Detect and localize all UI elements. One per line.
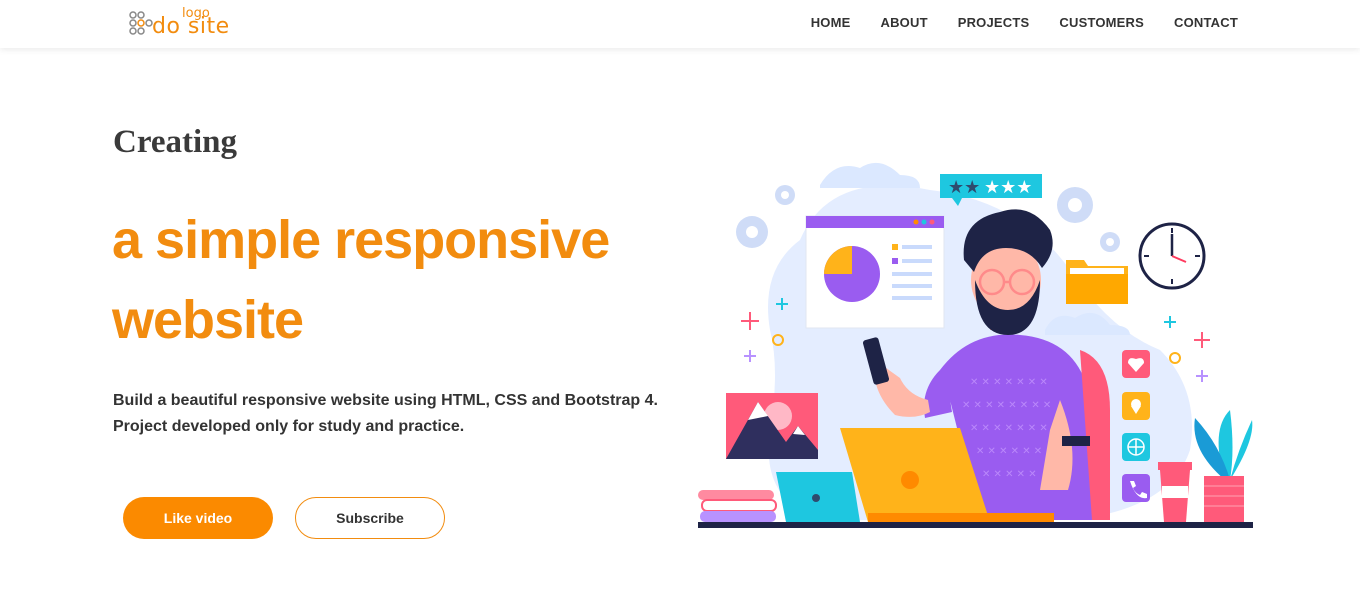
svg-text:✕ ✕ ✕ ✕ ✕ ✕ ✕: ✕ ✕ ✕ ✕ ✕ ✕ ✕ — [970, 423, 1048, 434]
site-logo[interactable]: logo do site — [128, 6, 248, 42]
books-icon — [698, 490, 777, 522]
like-video-button[interactable]: Like video — [123, 497, 273, 539]
svg-text:★★: ★★ — [948, 177, 980, 198]
hero-description-line-1: Build a beautiful responsive website usi… — [113, 392, 658, 409]
svg-text:✕ ✕ ✕ ✕ ✕ ✕ ✕ ✕: ✕ ✕ ✕ ✕ ✕ ✕ ✕ ✕ — [962, 400, 1051, 411]
svg-text:✕ ✕ ✕ ✕ ✕: ✕ ✕ ✕ ✕ ✕ — [982, 469, 1037, 480]
hero-illustration: ★★ ★★★ ✕ ✕ ✕ ✕ ✕ ✕ ✕ ✕ ✕ ✕ ✕ ✕ ✕ ✕ ✕ ✕ ✕… — [698, 162, 1253, 528]
plant-icon — [1194, 410, 1253, 522]
pie-chart-icon — [824, 246, 880, 302]
hero-subtitle: Creating — [113, 124, 238, 160]
location-pin-icon — [1122, 392, 1150, 420]
heart-icon — [1122, 350, 1150, 378]
svg-text:✕ ✕ ✕ ✕ ✕ ✕: ✕ ✕ ✕ ✕ ✕ ✕ — [976, 446, 1042, 457]
cloud-shape — [820, 162, 920, 188]
logo-dots-icon — [129, 11, 153, 35]
phone-icon — [1122, 474, 1150, 502]
hero-description: Build a beautiful responsive website usi… — [113, 388, 673, 440]
nav-contact[interactable]: CONTACT — [1174, 15, 1238, 30]
coffee-cup-icon — [1158, 462, 1192, 522]
navbar: logo do site HOME ABOUT PROJECTS CUSTOME… — [0, 0, 1360, 48]
clock-icon — [1138, 222, 1206, 290]
nav-about[interactable]: ABOUT — [881, 15, 928, 30]
subscribe-button[interactable]: Subscribe — [295, 497, 445, 539]
nav-home[interactable]: HOME — [811, 15, 851, 30]
desk-surface — [698, 522, 1253, 528]
tablet-icon — [776, 472, 860, 522]
stars-rating-icon: ★★ ★★★ — [940, 174, 1042, 206]
nav-projects[interactable]: PROJECTS — [958, 15, 1030, 30]
mountain-picture-icon — [726, 393, 818, 459]
hero-title: a simple responsive website — [112, 210, 610, 350]
nav-customers[interactable]: CUSTOMERS — [1059, 15, 1144, 30]
svg-text:★★★: ★★★ — [984, 177, 1032, 198]
dashboard-card — [805, 215, 945, 329]
folder-icon — [1066, 260, 1128, 304]
globe-icon — [1122, 433, 1150, 461]
svg-text:✕ ✕ ✕ ✕ ✕ ✕ ✕: ✕ ✕ ✕ ✕ ✕ ✕ ✕ — [970, 377, 1048, 388]
main-nav: HOME ABOUT PROJECTS CUSTOMERS CONTACT — [811, 0, 1238, 44]
logo-big-text: do site — [152, 14, 230, 39]
hero-description-line-2: Project developed only for study and pra… — [113, 418, 465, 435]
